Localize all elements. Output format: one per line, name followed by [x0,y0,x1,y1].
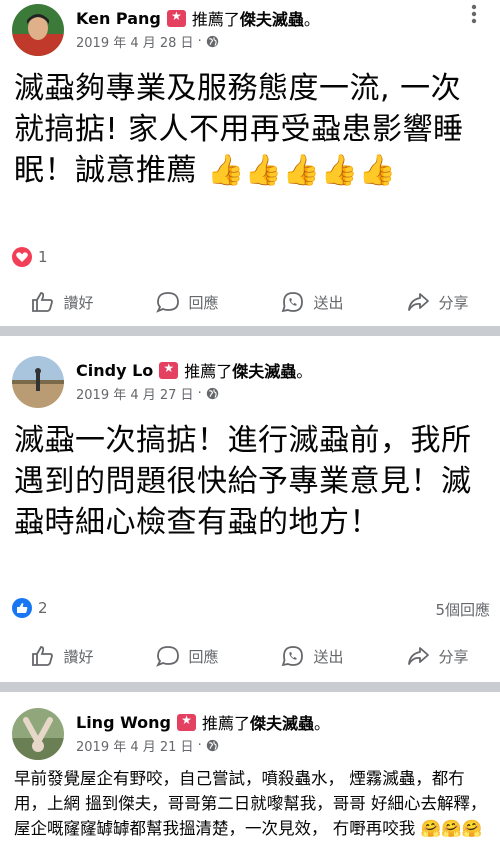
comment-button[interactable]: 回應 [125,638,250,674]
page-name[interactable]: 傑夫滅蟲 [250,710,314,734]
author-name[interactable]: Ling Wong [76,713,171,732]
post-body: 滅蝨一次搞掂！進行滅蝨前，我所遇到的問題很快給予專業意見！滅蝨時細心檢查有蝨的地… [14,423,472,540]
post-header: Cindy Lo 推薦了 傑夫滅蟲 。 2019 年 4 月 27 日 · [12,352,488,408]
send-label: 送出 [313,647,344,666]
post-meta: 2019 年 4 月 27 日 · [76,384,219,403]
send-button[interactable]: 送出 [250,638,375,674]
post-date[interactable]: 2019 年 4 月 21 日 [76,736,194,755]
meta-dot: · [197,34,202,49]
post-header: Ling Wong 推薦了 傑夫滅蟲 。 2019 年 4 月 21 日 · [12,704,488,760]
avatar[interactable] [12,4,64,56]
post-date[interactable]: 2019 年 4 月 27 日 [76,384,194,403]
post-body: 早前發覺屋企有野咬，自己嘗試，噴殺蟲水， 煙霧滅蟲，都冇用，上網 搵到傑夫，哥哥… [14,769,487,838]
comment-icon [156,646,180,667]
comment-label: 回應 [188,293,219,312]
share-icon [408,647,430,665]
globe-icon [206,35,219,48]
post-divider [0,682,500,692]
share-button[interactable]: 分享 [375,284,500,320]
period: 。 [296,362,313,381]
author-name[interactable]: Cindy Lo [76,361,153,380]
avatar[interactable] [12,708,64,760]
comment-button[interactable]: 回應 [125,284,250,320]
globe-icon [206,387,219,400]
avatar[interactable] [12,356,64,408]
share-label: 分享 [438,293,469,312]
send-button[interactable]: 送出 [250,284,375,320]
author-line: Ling Wong 推薦了 傑夫滅蟲 。 [76,710,330,734]
send-label: 送出 [313,293,344,312]
meta-dot: · [197,386,202,401]
post-card-3: Ling Wong 推薦了 傑夫滅蟲 。 2019 年 4 月 21 日 · 早… [0,692,500,862]
post-card-1: Ken Pang 推薦了 傑夫滅蟲 。 2019 年 4 月 28 日 · 滅蝨… [0,0,500,320]
like-reaction-icon [12,598,32,618]
action-bar: 讚好 回應 送出 分享 [0,284,500,320]
recommend-text: 推薦了 [191,10,240,29]
thumbs-up-icon [32,292,54,312]
recommend-text: 推薦了 [184,362,233,381]
whatsapp-icon [282,292,304,313]
meta-dot: · [197,738,202,753]
reaction-count: 2 [38,599,48,617]
page-name[interactable]: 傑夫滅蟲 [232,358,296,382]
post-body: 滅蝨夠專業及服務態度一流, 一次就搞掂! 家人不用再受蝨患影響睡眠！誠意推薦 👍… [14,71,464,188]
action-bar: 讚好 回應 送出 分享 [0,638,500,674]
post-date[interactable]: 2019 年 4 月 28 日 [76,32,194,51]
more-options-icon[interactable] [462,4,486,24]
author-line: Cindy Lo 推薦了 傑夫滅蟲 。 [76,358,312,382]
like-button[interactable]: 讚好 [0,284,125,320]
page-name[interactable]: 傑夫滅蟲 [240,6,304,30]
post-card-2: Cindy Lo 推薦了 傑夫滅蟲 。 2019 年 4 月 27 日 · 滅蝨… [0,346,500,680]
like-label: 讚好 [63,293,94,312]
recommend-star-icon [177,713,197,731]
share-button[interactable]: 分享 [375,638,500,674]
like-label: 讚好 [63,647,94,666]
period: 。 [303,10,320,29]
love-reaction-icon [12,247,32,267]
thumbs-up-icon [32,646,54,666]
recommend-star-icon [159,361,179,379]
globe-icon [206,739,219,752]
whatsapp-icon [282,646,304,667]
share-icon [408,293,430,311]
post-meta: 2019 年 4 月 21 日 · [76,736,219,755]
post-header: Ken Pang 推薦了 傑夫滅蟲 。 2019 年 4 月 28 日 · [12,0,488,56]
post-meta: 2019 年 4 月 28 日 · [76,32,219,51]
share-label: 分享 [438,647,469,666]
comment-icon [156,292,180,313]
author-name[interactable]: Ken Pang [76,9,161,28]
post-divider [0,326,500,336]
reaction-count: 1 [38,248,48,266]
author-line: Ken Pang 推薦了 傑夫滅蟲 。 [76,6,320,30]
reaction-summary[interactable]: 1 [12,246,48,268]
period: 。 [314,714,331,733]
recommend-text: 推薦了 [202,714,251,733]
recommend-star-icon [166,9,186,27]
reaction-summary[interactable]: 2 [12,597,48,619]
like-button[interactable]: 讚好 [0,638,125,674]
comment-label: 回應 [188,647,219,666]
comment-count[interactable]: 5個回應 [435,599,490,620]
